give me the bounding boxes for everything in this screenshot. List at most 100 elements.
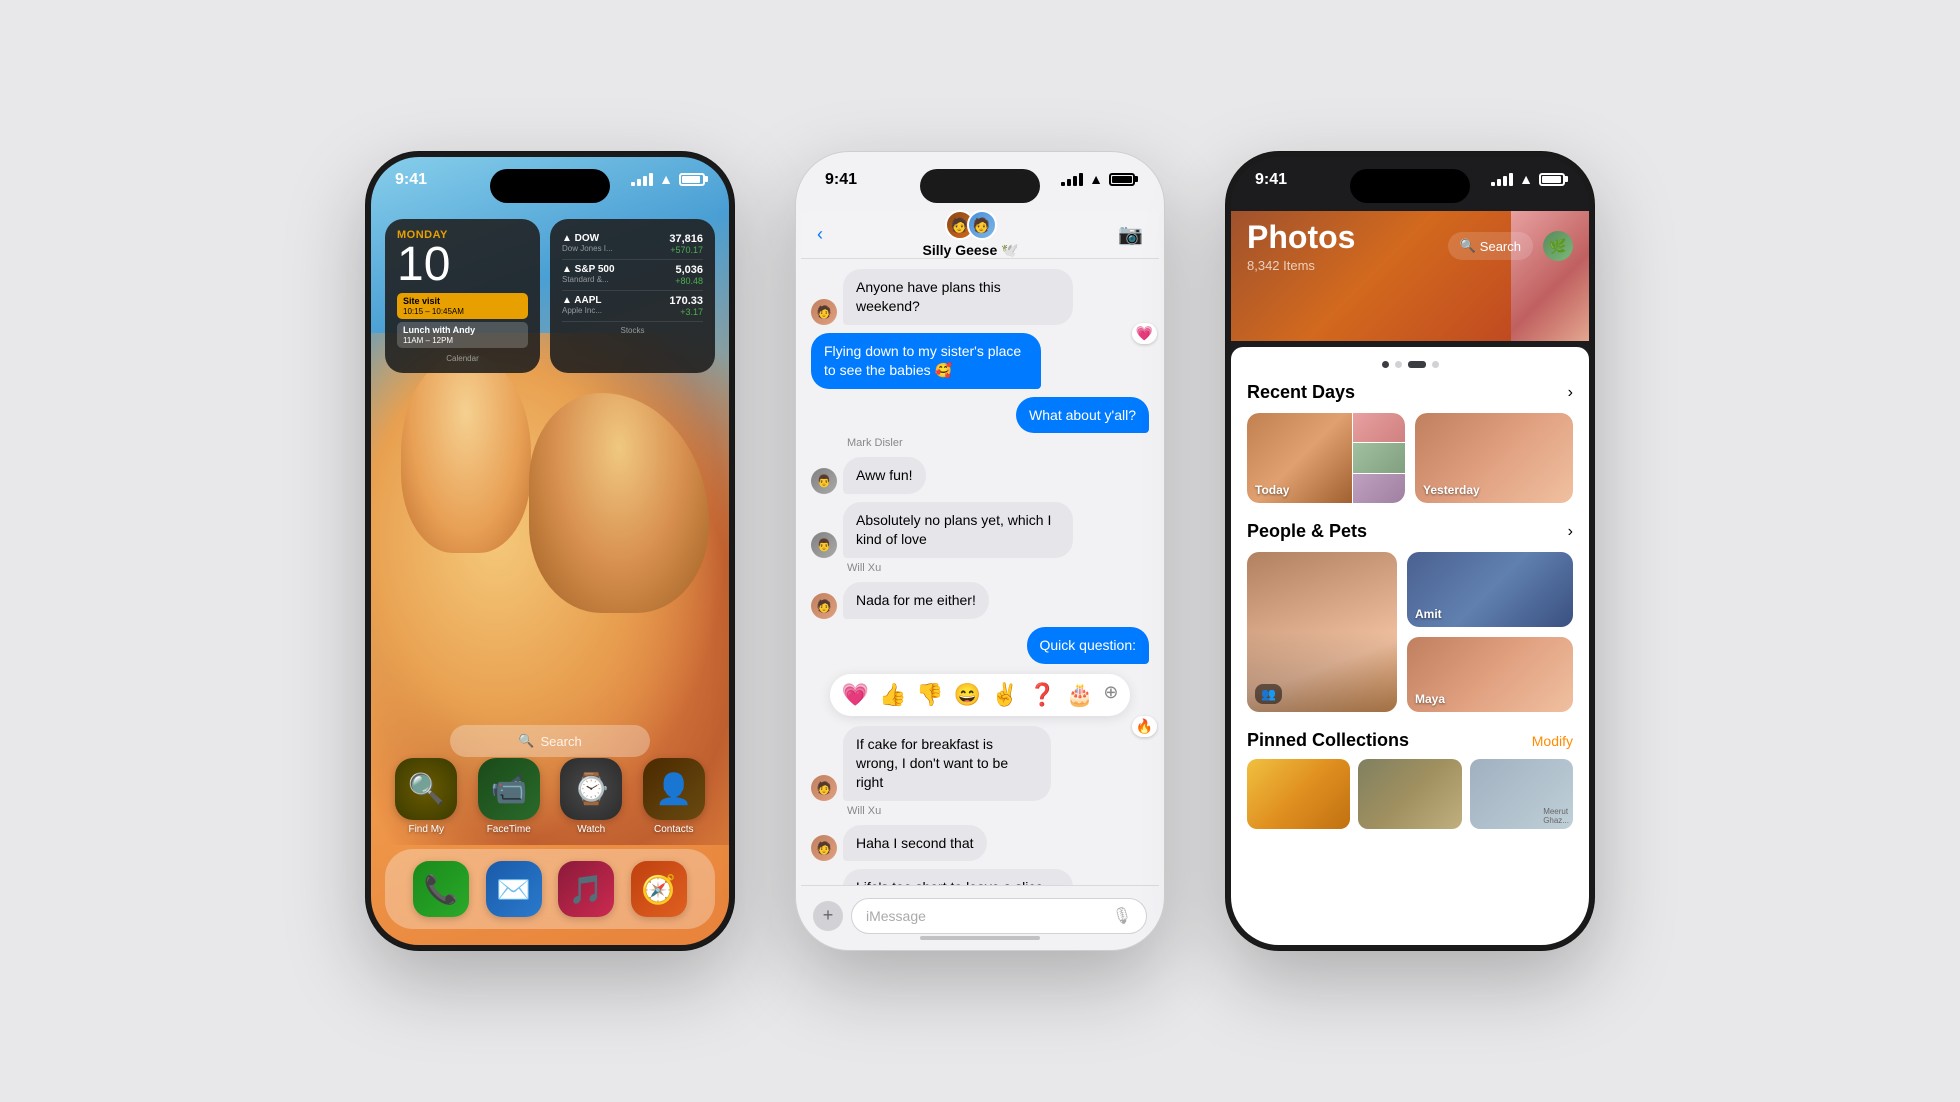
msg-row-5: 👨 Absolutely no plans yet, which I kind … <box>811 502 1149 558</box>
phone-1-home: 9:41 ▲ MONDAY 10 Site visit10:15 <box>365 151 735 951</box>
today-side-1 <box>1353 413 1405 442</box>
person-cards-col: Amit Maya <box>1407 552 1573 712</box>
people-pets-title: People & Pets <box>1247 521 1367 542</box>
reactions-bar[interactable]: 💗 👍 👎 😄 ✌️ ❓ 🎂 ⊕ <box>830 674 1131 716</box>
photos-header: Photos 8,342 Items 🔍 Search 🌿 <box>1231 211 1589 277</box>
dynamic-island <box>490 169 610 203</box>
wifi-icon: ▲ <box>659 171 673 187</box>
conversation-header: 🧑 🧑 Silly Geese 🕊️ <box>923 210 1019 259</box>
react-thumbs-down[interactable]: 👎 <box>916 682 943 708</box>
msg-row-10: 🧑 Life's too short to leave a slice behi… <box>811 869 1149 885</box>
react-thumbs-up[interactable]: 👍 <box>879 682 906 708</box>
tab-dot-grid[interactable] <box>1408 361 1426 368</box>
app-contacts[interactable]: 👤 Contacts <box>643 758 705 835</box>
msg-bubble-6: Nada for me either! <box>843 582 989 619</box>
person-card-maya[interactable]: Maya <box>1407 637 1573 712</box>
find-my-icon: 🔍 <box>395 758 457 820</box>
contacts-label: Contacts <box>654 824 693 835</box>
msg-row-4: 👨 Aww fun! <box>811 457 1149 494</box>
home-indicator-2 <box>920 936 1040 940</box>
status-time-p2: 9:41 <box>825 171 857 189</box>
stock-row-dow: ▲ DOWDow Jones I... 37,816+570.17 <box>562 229 703 260</box>
pinned-card-1[interactable] <box>1247 759 1350 829</box>
message-input-field[interactable]: iMessage 🎙 <box>851 898 1147 934</box>
msg-bubble-7: Quick question: <box>1027 627 1150 664</box>
mother-figure <box>529 393 709 613</box>
facetime-icon: 📹 <box>478 758 540 820</box>
today-side-3 <box>1353 474 1405 503</box>
dock-safari[interactable]: 🧭 <box>631 861 687 917</box>
day-card-yesterday[interactable]: Yesterday <box>1415 413 1573 503</box>
signal-icon-2 <box>1061 173 1083 186</box>
pinned-card-2[interactable] <box>1358 759 1461 829</box>
battery-icon-2 <box>1109 173 1135 186</box>
react-heart[interactable]: 💗 <box>842 682 869 708</box>
watch-label: Watch <box>577 824 605 835</box>
msg-bubble-8: If cake for breakfast is wrong, I don't … <box>843 726 1051 801</box>
contacts-icon: 👤 <box>643 758 705 820</box>
app-facetime[interactable]: 📹 FaceTime <box>478 758 540 835</box>
photos-count: 8,342 Items <box>1247 258 1355 273</box>
msg-row-2: Flying down to my sister's place to see … <box>811 333 1149 389</box>
status-icons-p1: ▲ <box>631 171 705 187</box>
wifi-icon-2: ▲ <box>1089 171 1103 187</box>
dock-music[interactable]: 🎵 <box>558 861 614 917</box>
stock-row-sp500: ▲ S&P 500Standard &... 5,036+80.48 <box>562 260 703 291</box>
react-more[interactable]: ⊕ <box>1103 682 1118 708</box>
react-peace[interactable]: ✌️ <box>991 682 1018 708</box>
calendar-widget[interactable]: MONDAY 10 Site visit10:15 – 10:45AM Lunc… <box>385 219 540 373</box>
pinned-title: Pinned Collections <box>1247 730 1409 751</box>
people-pets-arrow[interactable]: › <box>1568 523 1573 541</box>
today-label: Today <box>1255 483 1289 497</box>
pinned-card-map[interactable]: MeerutGhaz... <box>1470 759 1573 829</box>
status-icons-p3: ▲ <box>1491 171 1565 187</box>
msg-bubble-4: Aww fun! <box>843 457 926 494</box>
msg-avatar-sm-1: 🧑 <box>811 299 837 325</box>
user-avatar-photos[interactable]: 🌿 <box>1543 231 1573 261</box>
stock-name-sp500: ▲ S&P 500 <box>562 264 615 275</box>
tab-dot-3[interactable] <box>1432 361 1439 368</box>
msg-row-3: What about y'all? <box>811 397 1149 434</box>
react-cake[interactable]: 🎂 <box>1066 682 1093 708</box>
msg-bubble-2: Flying down to my sister's place to see … <box>811 333 1041 389</box>
status-time-p1: 9:41 <box>395 171 427 189</box>
app-icons-row: 🔍 Find My 📹 FaceTime ⌚ Watch 👤 Contacts <box>385 758 715 835</box>
react-haha[interactable]: 😄 <box>954 682 981 708</box>
dock-phone[interactable]: 📞 <box>413 861 469 917</box>
stocks-widget[interactable]: ▲ DOWDow Jones I... 37,816+570.17 ▲ S&P … <box>550 219 715 373</box>
photos-screen: 9:41 ▲ <box>1231 157 1589 945</box>
home-search-bar[interactable]: 🔍 Search <box>450 725 650 757</box>
dock-mail[interactable]: ✉️ <box>486 861 542 917</box>
msg-row-1: 🧑 Anyone have plans this weekend? <box>811 269 1149 325</box>
tab-dot-2[interactable] <box>1395 361 1402 368</box>
app-watch[interactable]: ⌚ Watch <box>560 758 622 835</box>
person-card-amit[interactable]: Amit <box>1407 552 1573 627</box>
back-button[interactable]: ‹ <box>817 224 823 245</box>
tab-dot-1[interactable] <box>1382 361 1389 368</box>
person-card-large[interactable]: 👥 <box>1247 552 1397 712</box>
photos-main-content: Recent Days › Today <box>1231 347 1589 945</box>
photos-header-right: 🔍 Search 🌿 <box>1448 231 1573 261</box>
dynamic-island-3 <box>1350 169 1470 203</box>
video-call-button[interactable]: 📷 <box>1118 222 1143 247</box>
app-find-my[interactable]: 🔍 Find My <box>395 758 457 835</box>
msg-tapback-1: Flying down to my sister's place to see … <box>811 333 1149 389</box>
msg-avatar-sm-6: 🧑 <box>811 835 837 861</box>
tapback-heart: 💗 <box>1132 323 1157 344</box>
battery-icon-3 <box>1539 173 1565 186</box>
add-attachment-button[interactable]: + <box>813 901 843 931</box>
recent-days-arrow[interactable]: › <box>1568 384 1573 402</box>
person-name-maya: Maya <box>1415 692 1445 706</box>
stocks-widget-label: Stocks <box>562 326 703 335</box>
react-question[interactable]: ❓ <box>1029 682 1056 708</box>
photos-search-button[interactable]: 🔍 Search <box>1448 232 1533 260</box>
group-badge: 👥 <box>1255 684 1282 704</box>
day-card-today[interactable]: Today <box>1247 413 1405 503</box>
msg-bubble-3: What about y'all? <box>1016 397 1149 434</box>
msg-bubble-5: Absolutely no plans yet, which I kind of… <box>843 502 1073 558</box>
find-my-label: Find My <box>408 824 444 835</box>
cal-widget-label: Calendar <box>397 354 528 363</box>
dynamic-island-2 <box>920 169 1040 203</box>
signal-icon-3 <box>1491 173 1513 186</box>
pinned-modify-button[interactable]: Modify <box>1532 733 1573 749</box>
